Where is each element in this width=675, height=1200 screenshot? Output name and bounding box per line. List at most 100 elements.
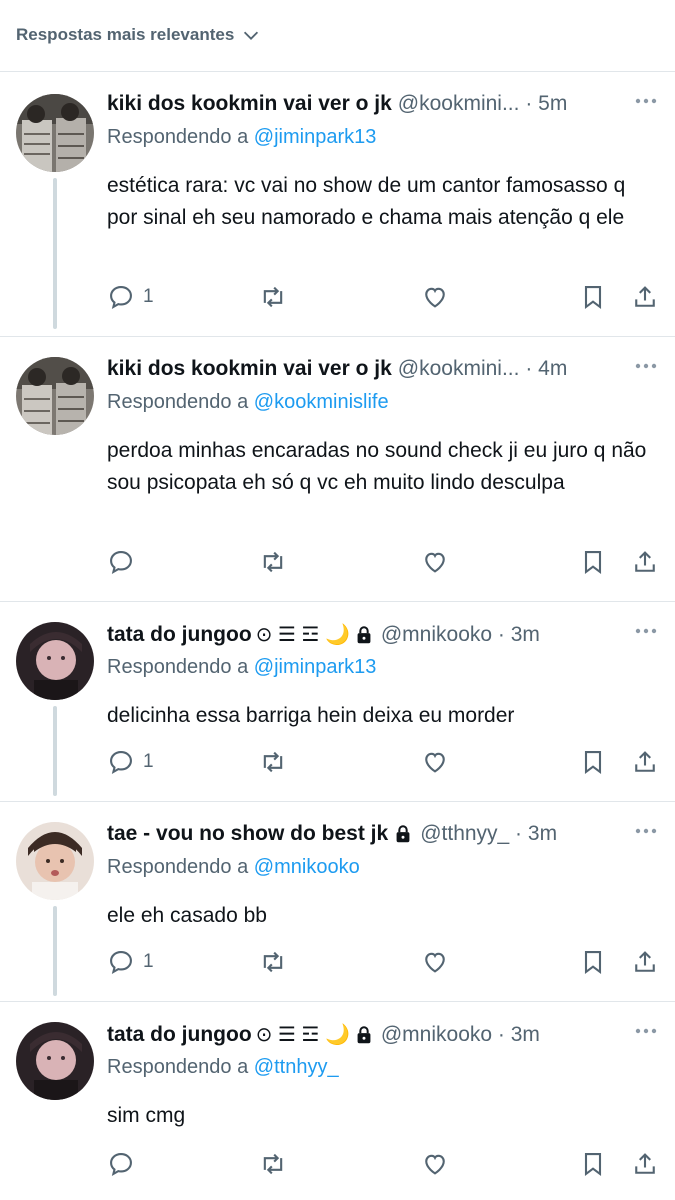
mention-link[interactable]: @kookminislife — [254, 391, 389, 413]
handle-time[interactable]: @kookmini... · 5m — [398, 92, 568, 116]
retweet-button[interactable] — [259, 281, 287, 313]
thread-line — [53, 178, 57, 329]
share-icon — [635, 286, 655, 307]
replying-to: Respondendo a @jiminpark13 — [107, 656, 376, 679]
lock-icon — [396, 825, 410, 843]
mention-link[interactable]: @jiminpark13 — [254, 126, 377, 148]
tweet-text: ele eh casado bb — [107, 904, 267, 927]
display-name[interactable]: kiki dos kookmin vai ver o jk — [107, 357, 392, 381]
handle-time[interactable]: @mnikooko · 3m — [381, 623, 540, 647]
reply-icon — [110, 951, 132, 975]
avatar[interactable] — [16, 822, 94, 900]
share-button[interactable] — [631, 1148, 659, 1180]
reply-button[interactable]: 1 — [107, 746, 154, 778]
name-badges: ⊙ ☰ ☲ 🌙 — [256, 1022, 375, 1047]
retweet-button[interactable] — [259, 946, 287, 978]
mention-link[interactable]: @mnikooko — [254, 856, 360, 878]
like-button[interactable] — [421, 281, 449, 313]
mention-link[interactable]: @jiminpark13 — [254, 656, 377, 678]
bookmark-icon — [584, 286, 602, 310]
replying-to: Respondendo a @kookminislife — [107, 391, 389, 414]
like-button[interactable] — [421, 746, 449, 778]
more-options-icon[interactable] — [631, 86, 661, 116]
share-icon — [635, 551, 655, 572]
reply-tweet[interactable]: tata do jungoo ⊙ ☰ ☲ 🌙 @mnikooko · 3m Re… — [0, 602, 675, 802]
retweet-button[interactable] — [259, 546, 287, 578]
share-icon — [635, 751, 655, 772]
lock-icon — [357, 1025, 371, 1043]
reply-tweet[interactable]: tae - vou no show do best jk @tthnyy_ · … — [0, 802, 675, 1002]
tweet-header: kiki dos kookmin vai ver o jk @kookmini.… — [107, 357, 615, 381]
replying-to: Respondendo a @jiminpark13 — [107, 126, 376, 149]
display-name[interactable]: tae - vou no show do best jk — [107, 822, 388, 846]
reply-count: 1 — [143, 951, 154, 972]
tweet-actions: 1 — [107, 746, 659, 778]
tweet-text: estética rara: vc vai no show de um cant… — [107, 174, 626, 229]
sort-dropdown[interactable]: Respostas mais relevantes — [16, 24, 262, 46]
share-button[interactable] — [631, 281, 659, 313]
more-options-icon[interactable] — [631, 816, 661, 846]
avatar[interactable] — [16, 357, 94, 435]
retweet-icon — [263, 551, 283, 573]
retweet-icon — [263, 1153, 283, 1175]
emoji-badges: ⊙ ☰ ☲ 🌙 — [255, 1024, 350, 1046]
reply-button[interactable]: 1 — [107, 281, 154, 313]
share-button[interactable] — [631, 546, 659, 578]
avatar[interactable] — [16, 1022, 94, 1100]
share-button[interactable] — [631, 946, 659, 978]
reply-button[interactable]: 1 — [107, 946, 154, 978]
bookmark-button[interactable] — [579, 946, 607, 978]
handle-time[interactable]: @mnikooko · 3m — [381, 1023, 540, 1047]
tweet-text: delicinha essa barriga hein deixa eu mor… — [107, 704, 515, 727]
tweet-header: tata do jungoo ⊙ ☰ ☲ 🌙 @mnikooko · 3m — [107, 1022, 615, 1047]
chevron-down-icon — [244, 31, 259, 40]
replying-to: Respondendo a @mnikooko — [107, 856, 360, 879]
reply-button[interactable] — [107, 546, 143, 578]
lock-icon — [357, 625, 371, 643]
more-options-icon[interactable] — [631, 1016, 661, 1046]
name-badges: ⊙ ☰ ☲ 🌙 — [256, 622, 375, 647]
like-button[interactable] — [421, 1148, 449, 1180]
heart-icon — [425, 287, 445, 308]
tweet-header: kiki dos kookmin vai ver o jk @kookmini.… — [107, 92, 615, 116]
handle-time[interactable]: @tthnyy_ · 3m — [420, 822, 557, 846]
reply-tweet[interactable]: kiki dos kookmin vai ver o jk @kookmini.… — [0, 337, 675, 602]
bookmark-icon — [584, 1153, 602, 1177]
sort-label: Respostas mais relevantes — [16, 25, 235, 44]
bookmark-button[interactable] — [579, 546, 607, 578]
reply-button[interactable] — [107, 1148, 143, 1180]
reply-icon — [110, 1153, 132, 1177]
replying-to: Respondendo a @ttnhyy_ — [107, 1056, 339, 1079]
heart-icon — [425, 752, 445, 773]
handle-time[interactable]: @kookmini... · 4m — [398, 357, 568, 381]
replying-label: Respondendo a — [107, 656, 249, 678]
share-icon — [635, 951, 655, 972]
thread-line — [53, 706, 57, 796]
retweet-button[interactable] — [259, 1148, 287, 1180]
tweet-text: perdoa minhas encaradas no sound check j… — [107, 439, 647, 494]
avatar[interactable] — [16, 622, 94, 700]
display-name[interactable]: tata do jungoo — [107, 623, 252, 647]
retweet-icon — [263, 286, 283, 308]
reply-count: 1 — [143, 286, 154, 307]
display-name[interactable]: tata do jungoo — [107, 1023, 252, 1047]
avatar[interactable] — [16, 94, 94, 172]
bookmark-button[interactable] — [579, 1148, 607, 1180]
tweet-header: tae - vou no show do best jk @tthnyy_ · … — [107, 822, 615, 846]
mention-link[interactable]: @ttnhyy_ — [254, 1056, 339, 1078]
like-button[interactable] — [421, 946, 449, 978]
bookmark-button[interactable] — [579, 746, 607, 778]
reply-tweet[interactable]: kiki dos kookmin vai ver o jk @kookmini.… — [0, 72, 675, 337]
bookmark-button[interactable] — [579, 281, 607, 313]
tweet-header: tata do jungoo ⊙ ☰ ☲ 🌙 @mnikooko · 3m — [107, 622, 615, 647]
more-options-icon[interactable] — [631, 351, 661, 381]
retweet-button[interactable] — [259, 746, 287, 778]
tweet-actions — [107, 1148, 659, 1180]
bookmark-icon — [584, 551, 602, 575]
display-name[interactable]: kiki dos kookmin vai ver o jk — [107, 92, 392, 116]
replying-label: Respondendo a — [107, 1056, 249, 1078]
more-options-icon[interactable] — [631, 616, 661, 646]
like-button[interactable] — [421, 546, 449, 578]
share-button[interactable] — [631, 746, 659, 778]
reply-tweet[interactable]: tata do jungoo ⊙ ☰ ☲ 🌙 @mnikooko · 3m Re… — [0, 1002, 675, 1200]
